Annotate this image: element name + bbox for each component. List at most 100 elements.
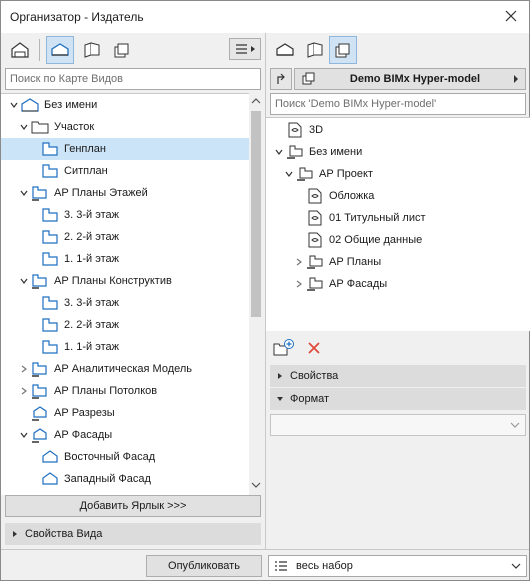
view-map-icon[interactable] (271, 36, 299, 64)
chevron-down-icon (510, 421, 520, 429)
publish-set-dropdown[interactable]: весь набор (268, 555, 527, 577)
delete-x-icon (308, 342, 320, 354)
menu-button[interactable] (229, 38, 261, 60)
tree-item-plan[interactable]: 2. 2-й этаж (1, 226, 249, 248)
format-dropdown[interactable] (270, 414, 526, 436)
chevron-down-icon[interactable] (282, 167, 296, 181)
layout-document-icon (306, 210, 324, 226)
layout-document-icon (306, 232, 324, 248)
elevations-folder-icon (31, 427, 49, 443)
elevation-icon (41, 471, 59, 487)
scroll-up-icon[interactable] (251, 97, 261, 105)
tree-item-folder[interactable]: Участок (1, 116, 249, 138)
tree-item-plan[interactable]: 1. 1-й этаж (1, 248, 249, 270)
organizer-window: Организатор - Издатель Поиск по Карте Ви… (0, 0, 530, 581)
tree-item-plan[interactable]: 3. 3-й этаж (1, 204, 249, 226)
title-bar: Организатор - Издатель (1, 1, 529, 33)
publisher-folder-icon (306, 254, 324, 270)
floor-plan-icon (41, 207, 59, 223)
layout-book-icon[interactable] (301, 36, 329, 64)
chevron-down-icon (270, 395, 290, 403)
tree-item-plan[interactable]: 3. 3-й этаж (1, 292, 249, 314)
tree-item-folder[interactable]: АР Аналитическая Модель (1, 358, 249, 380)
search-placeholder: Поиск 'Demo BIMx Hyper-model' (275, 98, 437, 110)
view-map-pane: Поиск по Карте Видов Без имени Участок Г… (1, 33, 265, 549)
3d-view-icon (286, 122, 304, 138)
tree-item-layout[interactable]: 02 Общие данные (266, 229, 530, 251)
chevron-down-icon[interactable] (272, 145, 286, 159)
tree-item-root[interactable]: Без имени (1, 94, 249, 116)
tree-item-folder[interactable]: АР Планы Этажей (1, 182, 249, 204)
publish-button[interactable]: Опубликовать (146, 555, 262, 577)
floor-plan-icon (41, 163, 59, 179)
tree-item-folder[interactable]: АР Фасады (266, 273, 530, 295)
chevron-down-icon[interactable] (17, 428, 31, 442)
sections-folder-icon (31, 405, 49, 421)
scroll-down-icon[interactable] (251, 481, 261, 489)
tree-item-3d[interactable]: 3D (266, 119, 530, 141)
tree-item-plan[interactable]: Ситплан (1, 160, 249, 182)
tree-item-plan[interactable]: 2. 2-й этаж (1, 314, 249, 336)
publisher-sets-icon[interactable] (329, 36, 357, 64)
floor-plans-folder-icon (31, 361, 49, 377)
chevron-right-icon[interactable] (292, 277, 306, 291)
floor-plan-icon (41, 251, 59, 267)
tree-item-folder[interactable]: Без имени (266, 141, 530, 163)
chevron-down-icon[interactable] (17, 120, 31, 134)
view-map-search-input[interactable]: Поиск по Карте Видов (5, 68, 261, 90)
publisher-set-selector[interactable]: Demo BIMx Hyper-model (294, 68, 526, 90)
chevron-down-icon[interactable] (7, 98, 21, 112)
publisher-sets-icon[interactable] (108, 36, 136, 64)
properties-section[interactable]: Свойства (270, 365, 526, 387)
new-folder-icon (273, 339, 294, 356)
tree-item-layout[interactable]: Обложка (266, 185, 530, 207)
tree-item-folder[interactable]: АР Фасады (1, 424, 249, 446)
tree-item-elevation[interactable]: Восточный Фасад (1, 446, 249, 468)
chevron-right-icon[interactable] (17, 362, 31, 376)
list-icon (274, 560, 288, 572)
project-map-icon[interactable] (6, 36, 34, 64)
floor-plan-icon (41, 229, 59, 245)
tree-item-layout[interactable]: 01 Титульный лист (266, 207, 530, 229)
format-section[interactable]: Формат (270, 388, 526, 410)
publisher-sets-icon (301, 72, 317, 86)
floor-plan-icon (41, 295, 59, 311)
view-map-icon[interactable] (46, 36, 74, 64)
floor-plan-icon (41, 141, 59, 157)
floor-plans-folder-icon (31, 185, 49, 201)
chevron-right-icon[interactable] (17, 384, 31, 398)
layout-book-icon[interactable] (78, 36, 106, 64)
go-up-button[interactable] (270, 68, 292, 90)
publisher-folder-icon (296, 166, 314, 182)
tree-item-folder[interactable]: АР Планы Потолков (1, 380, 249, 402)
floor-plan-icon (41, 339, 59, 355)
tree-item-plan-selected[interactable]: Генплан (1, 138, 249, 160)
new-folder-button[interactable] (272, 337, 296, 359)
chevron-right-icon (513, 75, 519, 83)
tree-item-folder[interactable]: АР Планы (266, 251, 530, 273)
publisher-search-input[interactable]: Поиск 'Demo BIMx Hyper-model' (270, 93, 526, 115)
chevron-down-icon[interactable] (17, 274, 31, 288)
tree-item-folder[interactable]: АР Разрезы (1, 402, 249, 424)
scroll-thumb[interactable] (251, 111, 261, 317)
add-shortcut-button[interactable]: Добавить Ярлык >>> (5, 495, 261, 517)
window-title: Организатор - Издатель (10, 10, 144, 24)
publisher-folder-icon (286, 144, 304, 160)
layout-document-icon (306, 188, 324, 204)
close-icon[interactable] (501, 6, 521, 26)
floor-plans-folder-icon (31, 273, 49, 289)
up-arrow-icon (277, 73, 285, 84)
delete-button[interactable] (302, 337, 326, 359)
chevron-down-icon[interactable] (17, 186, 31, 200)
publisher-pane: Demo BIMx Hyper-model Поиск 'Demo BIMx H… (266, 33, 530, 549)
tree-item-plan[interactable]: 1. 1-й этаж (1, 336, 249, 358)
folder-icon (31, 119, 49, 135)
view-map-scrollbar[interactable] (249, 93, 263, 495)
chevron-right-icon[interactable] (292, 255, 306, 269)
tree-item-elevation[interactable]: Западный Фасад (1, 468, 249, 490)
search-placeholder: Поиск по Карте Видов (10, 73, 124, 85)
chevron-right-icon (5, 530, 25, 538)
tree-item-folder[interactable]: АР Планы Конструктив (1, 270, 249, 292)
view-properties-section[interactable]: Свойства Вида (5, 523, 261, 545)
tree-item-folder[interactable]: АР Проект (266, 163, 530, 185)
